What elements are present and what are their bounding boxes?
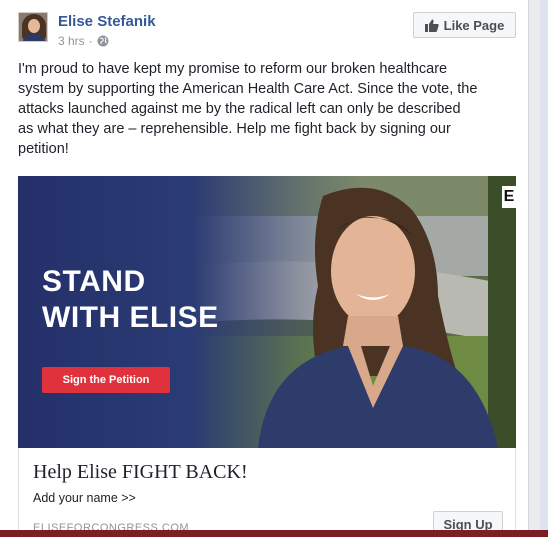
thumbs-up-icon <box>424 19 439 32</box>
scrollbar-track[interactable] <box>540 0 548 537</box>
like-page-button[interactable]: Like Page <box>413 12 516 38</box>
post-text: I'm proud to have kept my promise to ref… <box>18 61 478 157</box>
ad-image-headline: STAND WITH ELISE <box>42 265 219 334</box>
ad-headline[interactable]: Help Elise FIGHT BACK! <box>33 461 248 484</box>
ad-logo-mark: E <box>502 186 516 208</box>
post-meta: 3 hrs · <box>58 34 109 48</box>
post-time[interactable]: 3 hrs <box>58 34 85 48</box>
ad-link-footer[interactable]: Help Elise FIGHT BACK! Add your name >> … <box>18 448 516 537</box>
author-avatar[interactable] <box>18 12 48 42</box>
like-page-label: Like Page <box>443 17 505 33</box>
ad-image[interactable]: STAND WITH ELISE Sign the Petition E <box>18 176 516 448</box>
ad-description: Add your name >> <box>33 491 136 505</box>
globe-icon[interactable] <box>97 35 109 47</box>
bottom-border <box>0 530 548 537</box>
author-name[interactable]: Elise Stefanik <box>58 13 156 30</box>
meta-separator: · <box>88 34 93 48</box>
post-card: Elise Stefanik 3 hrs · Like Page I'm pro… <box>0 0 529 537</box>
ad-image-petition-button: Sign the Petition <box>42 367 170 393</box>
